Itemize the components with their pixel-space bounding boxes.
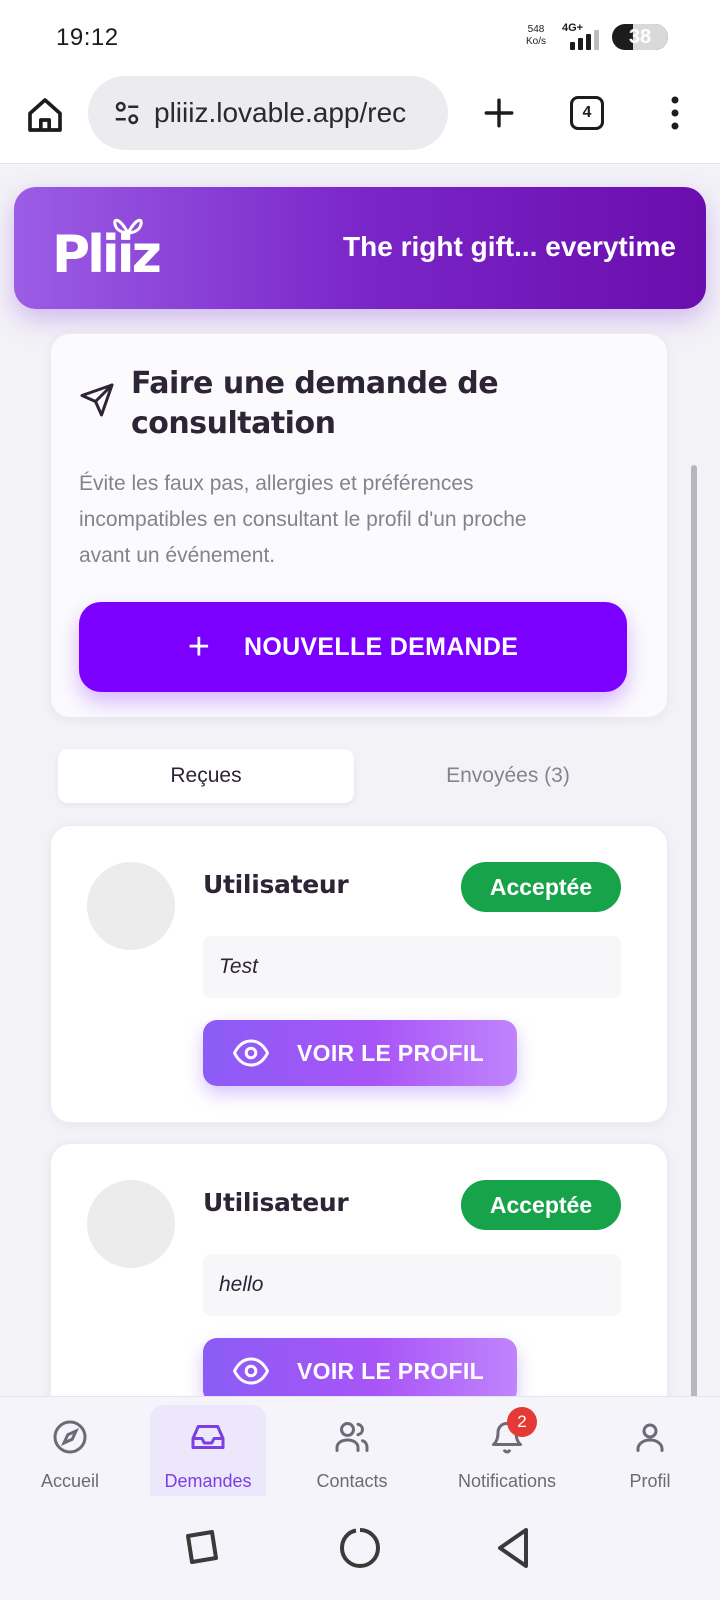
new-tab-button[interactable] <box>474 88 524 138</box>
request-user-name: Utilisateur <box>203 1188 349 1217</box>
eye-icon <box>233 1357 269 1385</box>
inbox-icon <box>191 1425 225 1449</box>
nav-label: Accueil <box>40 1471 100 1491</box>
request-card: Utilisateur Acceptée Test VOIR LE PROFIL <box>50 825 668 1123</box>
back-icon[interactable] <box>490 1522 542 1574</box>
tab-received[interactable]: Reçues <box>58 749 354 803</box>
view-profile-button[interactable]: VOIR LE PROFIL <box>203 1020 517 1086</box>
url-text[interactable]: pliiiz.lovable.app/rec <box>154 97 406 129</box>
tab-switcher-button[interactable]: 4 <box>570 96 604 130</box>
nav-label: Demandes <box>164 1471 252 1491</box>
status-badge: Acceptée <box>461 1180 621 1230</box>
nav-item-demandes[interactable]: Demandes <box>150 1405 266 1509</box>
nav-item-profil[interactable]: Profil <box>600 1397 700 1497</box>
status-time: 19:12 <box>56 24 119 51</box>
plus-icon: + <box>187 626 210 668</box>
notification-count-badge: 2 <box>507 1407 537 1437</box>
tab-sent[interactable]: Envoyées (3) <box>358 749 658 803</box>
network-speed-value: 548 <box>527 24 545 35</box>
home-circle-icon[interactable] <box>334 1522 386 1574</box>
battery-level: 38 <box>628 26 652 48</box>
send-icon <box>80 383 114 417</box>
network-speed: 548 Ko/s <box>516 24 556 48</box>
tagline: The right gift... everytime <box>343 231 676 262</box>
address-bar[interactable]: pliiiz.lovable.app/rec <box>88 76 448 150</box>
users-icon <box>335 1422 369 1452</box>
scrollbar[interactable] <box>691 465 697 1397</box>
request-message: hello <box>203 1254 621 1316</box>
nav-item-contacts[interactable]: Contacts <box>296 1397 408 1497</box>
signal-icon <box>570 30 599 50</box>
page-content: Pliiz The right gift... everytime Faire … <box>0 165 720 1397</box>
request-user-name: Utilisateur <box>203 870 349 899</box>
app-logo[interactable]: Pliiz <box>52 211 162 283</box>
browser-home-button[interactable] <box>20 90 70 140</box>
compass-icon <box>53 1420 87 1454</box>
nav-item-notifications[interactable]: 2 Notifications <box>432 1397 582 1497</box>
site-settings-icon[interactable] <box>112 98 142 128</box>
bottom-navigation: Accueil Demandes Contacts 2 Notification… <box>0 1396 720 1509</box>
nav-label: Contacts <box>316 1471 388 1491</box>
nav-label: Profil <box>629 1471 671 1491</box>
avatar <box>87 1180 175 1268</box>
battery-icon: 38 <box>612 24 668 50</box>
consultation-title: Faire une demande de consultation <box>131 366 499 441</box>
consultation-description: Évite les faux pas, allergies et préfére… <box>79 472 527 567</box>
system-navigation-bar <box>0 1496 720 1600</box>
plus-icon <box>484 98 514 128</box>
browser-toolbar: pliiiz.lovable.app/rec 4 <box>0 76 720 164</box>
view-profile-button[interactable]: VOIR LE PROFIL <box>203 1338 517 1397</box>
new-request-button[interactable]: + NOUVELLE DEMANDE <box>79 602 627 692</box>
more-vert-icon <box>671 96 679 130</box>
hero-banner: Pliiz The right gift... everytime <box>14 187 706 309</box>
logo-text: Pliiz <box>52 225 162 285</box>
eye-icon <box>233 1039 269 1067</box>
request-message: Test <box>203 936 621 998</box>
request-card: Utilisateur Acceptée hello VOIR LE PROFI… <box>50 1143 668 1397</box>
nav-label: Notifications <box>457 1471 557 1491</box>
status-badge: Acceptée <box>461 862 621 912</box>
status-bar: 19:12 548 Ko/s 4G+ 38 <box>0 0 720 76</box>
view-profile-label: VOIR LE PROFIL <box>297 1039 484 1066</box>
view-profile-label: VOIR LE PROFIL <box>297 1357 484 1384</box>
consultation-card: Faire une demande de consultation Évite … <box>50 333 668 718</box>
avatar <box>87 862 175 950</box>
browser-menu-button[interactable] <box>660 88 690 138</box>
home-icon <box>28 98 62 132</box>
request-tabs: Reçues Envoyées (3) <box>58 749 658 803</box>
recents-icon[interactable] <box>176 1522 228 1574</box>
nav-item-accueil[interactable]: Accueil <box>20 1397 120 1497</box>
new-request-label: NOUVELLE DEMANDE <box>243 632 519 661</box>
network-speed-unit: Ko/s <box>525 36 546 47</box>
user-icon <box>636 1423 664 1452</box>
